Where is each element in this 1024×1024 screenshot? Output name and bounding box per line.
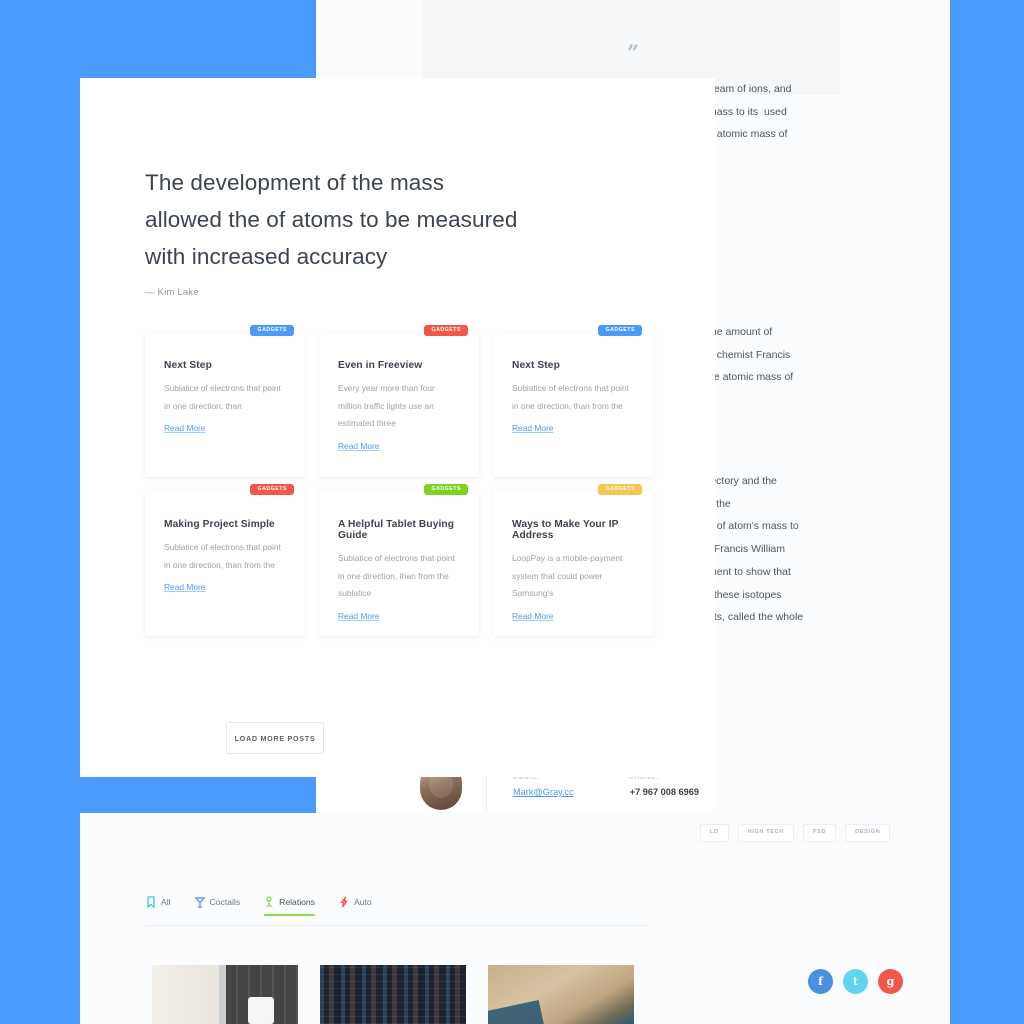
post-title: Ways to Make Your IP Address: [512, 519, 619, 541]
category-badge[interactable]: GADGETS: [250, 484, 294, 496]
category-tabs: All Coctails Relations Auto: [146, 896, 372, 916]
read-more-link[interactable]: Read More: [512, 423, 634, 433]
left-accent-column: [0, 78, 80, 1024]
person-icon: [264, 896, 274, 908]
post-card[interactable]: GADGETS Next Step Sublatice of electrons t…: [493, 325, 653, 477]
background-text-block-1: beam of ions, and mass to its used e ato…: [708, 83, 792, 141]
post-excerpt: Sublatice of electrons that point in one…: [164, 383, 281, 411]
post-title: Even in Freeview: [338, 360, 423, 371]
twitter-icon[interactable]: t: [843, 969, 868, 994]
post-card[interactable]: GADGETS Even in Freeview Every year more t…: [319, 325, 479, 477]
category-badge[interactable]: GADGETS: [598, 484, 642, 496]
tag-pill[interactable]: LD: [700, 824, 729, 842]
post-excerpt: Sublatice of electrons that point in one…: [338, 553, 455, 598]
hero-card: The development of the mass allowed the …: [80, 78, 715, 777]
social-links: ftg: [808, 969, 903, 994]
read-more-link[interactable]: Read More: [164, 423, 286, 433]
post-title: Next Step: [512, 360, 560, 371]
background-text-block-3: jectory and the s the o of atom's mass t…: [708, 475, 804, 624]
tag-pill[interactable]: DESIGN: [845, 824, 891, 842]
background-text-block-2: the amount of e chemist Francis he atomi…: [708, 326, 794, 384]
post-card[interactable]: GADGETS Next Step Sublatice of electrons t…: [145, 325, 305, 477]
quote-mark-icon: ”: [627, 40, 639, 65]
post-grid: GADGETS Next Step Sublatice of electrons t…: [145, 325, 675, 650]
read-more-link[interactable]: Read More: [338, 441, 460, 451]
quote-author: — Kim Lake: [145, 287, 199, 298]
aerial-coastline-thumbnail[interactable]: [488, 965, 634, 1024]
code-editor-thumbnail[interactable]: [320, 965, 466, 1024]
top-left-accent-block: [0, 0, 316, 78]
cocktail-glass-icon: [194, 896, 205, 908]
tag-list: LD HIGH TECH PSD DESIGN: [700, 824, 891, 842]
tabs-divider: [146, 925, 650, 926]
tab-label: All: [161, 897, 171, 907]
post-card[interactable]: GADGETS Making Project Simple Sublatice of…: [145, 484, 305, 636]
page-title: The development of the mass allowed the …: [145, 170, 518, 269]
tab-relations[interactable]: Relations: [264, 896, 315, 916]
tab-label: Auto: [353, 897, 372, 907]
page-root: ” beam of ions, and mass to its used e a…: [0, 0, 1024, 1024]
tab-label: Relations: [279, 897, 315, 907]
contact-email: EMAIL: Mark@Gray.cc: [513, 775, 574, 797]
notebook-keyboard-thumbnail[interactable]: [152, 965, 298, 1024]
tag-pill[interactable]: HIGH TECH: [737, 824, 794, 842]
right-accent-column: [950, 0, 1024, 1024]
post-card[interactable]: GADGETS A Helpful Tablet Buying Guide Subl…: [319, 484, 479, 636]
post-title: Making Project Simple: [164, 519, 275, 530]
post-title: Next Step: [164, 360, 212, 371]
tag-pill[interactable]: PSD: [802, 824, 837, 842]
thumbnail-row: [152, 965, 634, 1024]
post-card[interactable]: GADGETS Ways to Make Your IP Address LoopP…: [493, 484, 653, 636]
bookmark-icon: [146, 896, 156, 908]
category-badge[interactable]: GADGETS: [424, 484, 468, 496]
left-blue-strip: [0, 777, 316, 813]
read-more-link[interactable]: Read More: [164, 582, 286, 592]
category-badge[interactable]: GADGETS: [250, 325, 294, 337]
tab-auto[interactable]: Auto: [339, 896, 372, 916]
post-excerpt: Every year more than four million traffi…: [338, 383, 435, 428]
read-more-link[interactable]: Read More: [512, 611, 634, 621]
post-excerpt: LoopPay is a mobile-payment system that …: [512, 553, 623, 598]
category-badge[interactable]: GADGETS: [424, 325, 468, 337]
tab-label: Coctails: [209, 897, 241, 907]
post-excerpt: Sublatice of electrons that point in one…: [512, 383, 629, 411]
email-link[interactable]: Mark@Gray.cc: [513, 787, 574, 797]
contact-phone: PHONE: +7 967 008 6969: [630, 775, 699, 797]
lightning-icon: [339, 896, 349, 908]
category-badge[interactable]: GADGETS: [598, 325, 642, 337]
google-plus-icon[interactable]: g: [878, 969, 903, 994]
load-more-button[interactable]: LOAD MORE POSTS: [226, 722, 324, 754]
tab-all[interactable]: All: [146, 896, 171, 916]
post-title: A Helpful Tablet Buying Guide: [338, 519, 455, 541]
post-excerpt: Sublatice of electrons that point in one…: [164, 542, 281, 570]
tab-coctails[interactable]: Coctails: [194, 896, 241, 916]
read-more-link[interactable]: Read More: [338, 611, 460, 621]
phone-value: +7 967 008 6969: [629, 787, 699, 797]
facebook-icon[interactable]: f: [808, 969, 833, 994]
